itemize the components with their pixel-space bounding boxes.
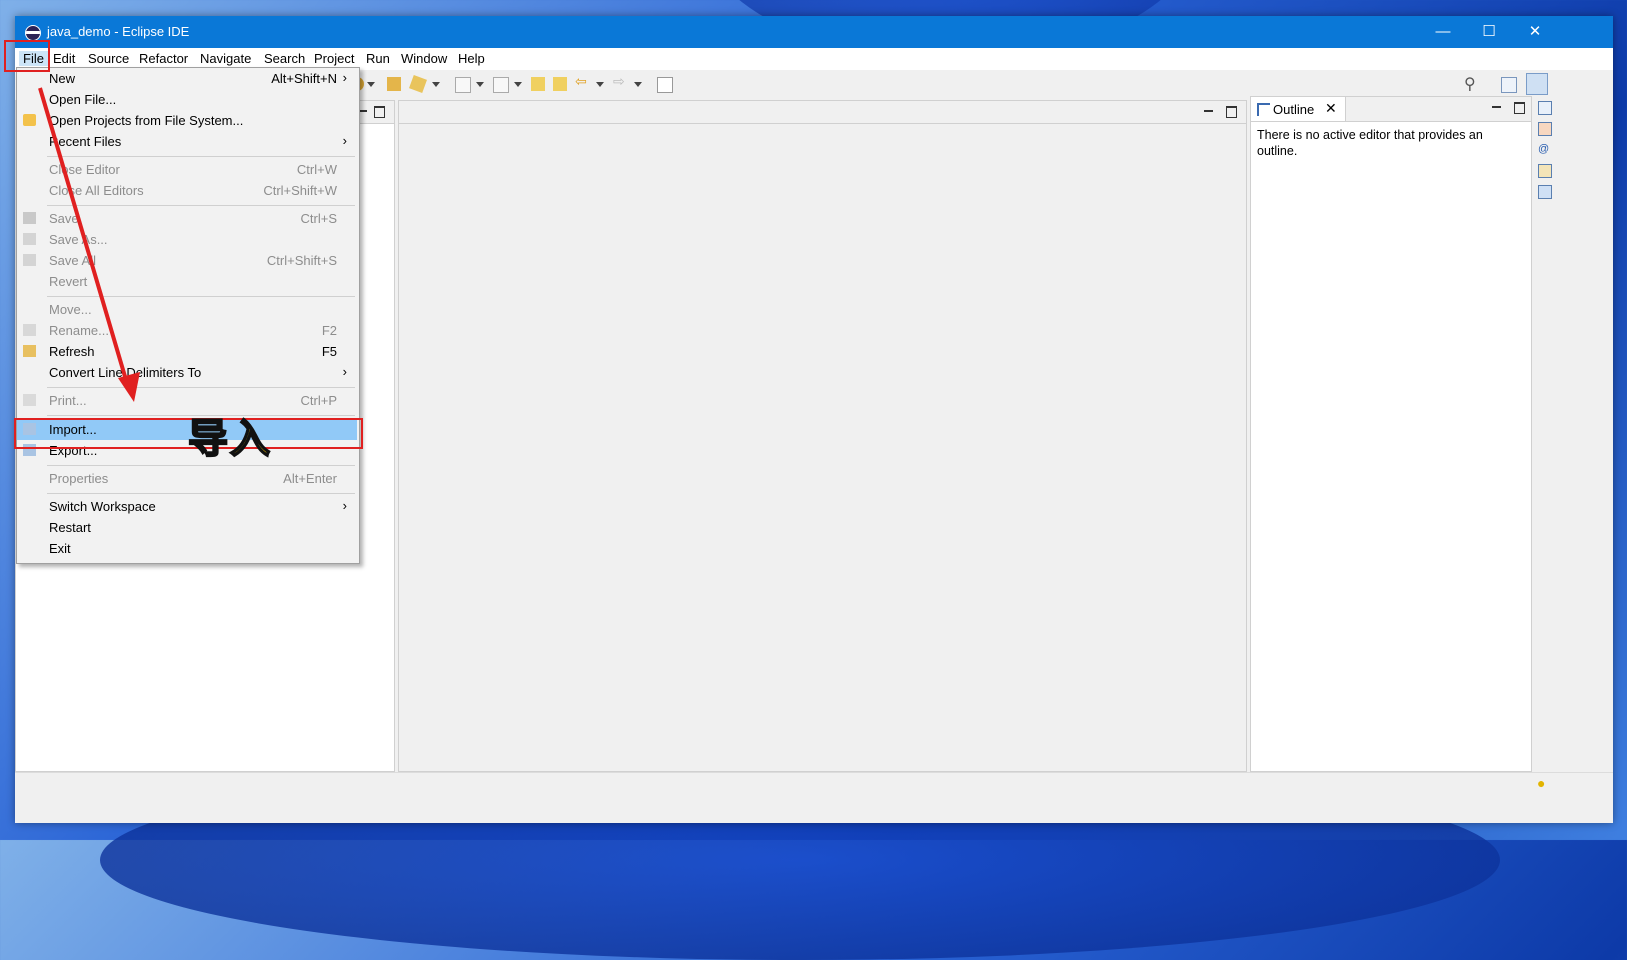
- annotation-label: 导入: [187, 415, 272, 463]
